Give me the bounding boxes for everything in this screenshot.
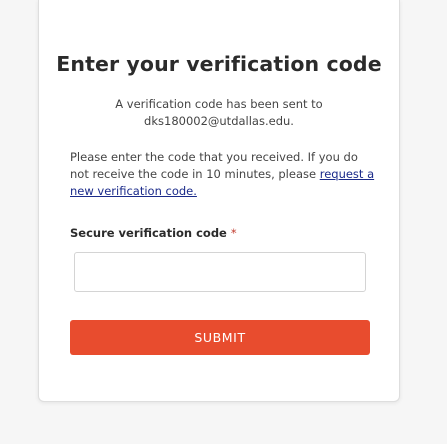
code-field-label-text: Secure verification code [70, 226, 227, 240]
submit-button[interactable]: SUBMIT [70, 320, 370, 355]
verification-code-input[interactable] [74, 252, 366, 292]
code-field-label: Secure verification code * [70, 226, 237, 240]
instructions-paragraph: Please enter the code that you received.… [70, 149, 375, 200]
verification-card: Enter your verification code A verificat… [38, 0, 400, 402]
recipient-email: dks180002@utdallas.edu. [144, 114, 294, 128]
code-sent-text: A verification code has been sent to [115, 97, 323, 111]
code-sent-message: A verification code has been sent to dks… [39, 96, 399, 130]
required-marker: * [230, 226, 237, 240]
instructions-text: Please enter the code that you received.… [70, 150, 358, 181]
page-title: Enter your verification code [56, 52, 382, 76]
